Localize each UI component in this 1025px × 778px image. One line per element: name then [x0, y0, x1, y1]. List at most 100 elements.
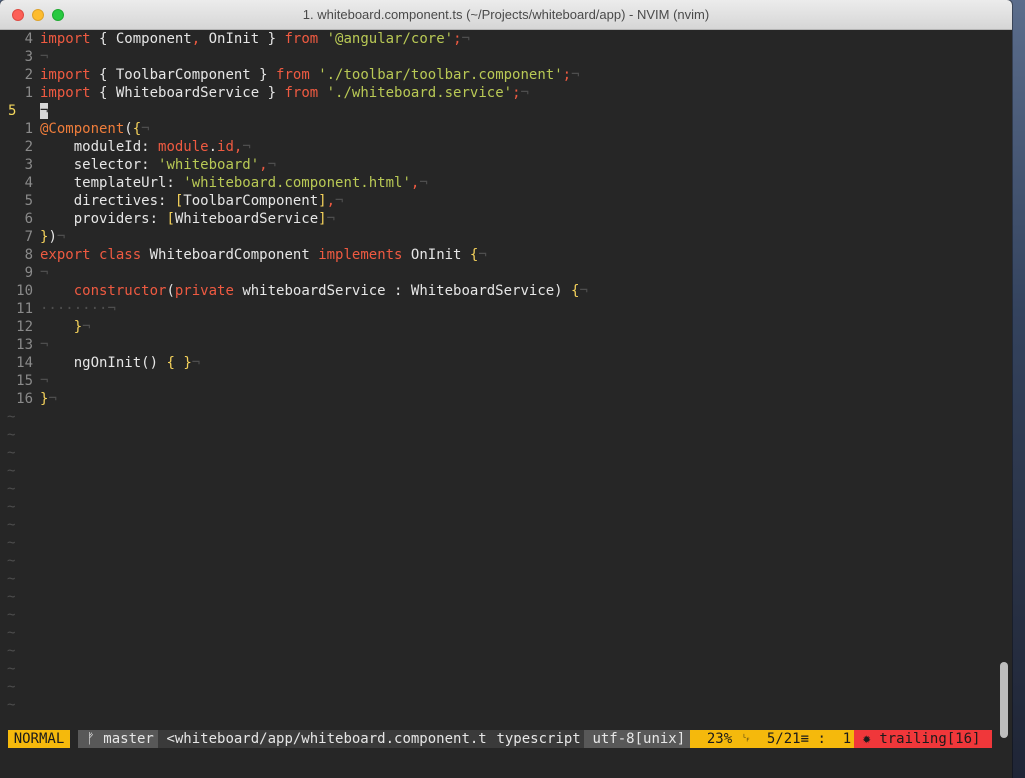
line-code: providers: [WhiteboardService]¬ — [40, 210, 335, 228]
line-code: selector: 'whiteboard',¬ — [40, 156, 276, 174]
code-token: module — [158, 139, 209, 155]
eol-marker: ¬ — [40, 49, 49, 65]
line-number: 5 — [24, 193, 33, 209]
code-line[interactable]: 2 moduleId: module.id,¬ — [0, 138, 996, 156]
code-token: ToolbarComponent — [183, 193, 319, 209]
line-code: ¬ — [40, 264, 48, 282]
line-code: })¬ — [40, 228, 65, 246]
code-line[interactable]: 15 ¬ — [0, 372, 996, 390]
code-token: ; — [562, 67, 572, 83]
eol-marker: ¬ — [579, 283, 588, 299]
lines-icon: ≡ — [800, 731, 810, 747]
code-line[interactable]: 9 ¬ — [0, 264, 996, 282]
code-token: import — [40, 67, 91, 83]
line-number: 3 — [24, 157, 33, 173]
code-token: @Component — [40, 121, 125, 137]
code-token: directives: — [40, 193, 175, 209]
code-token: '@angular/core' — [326, 31, 454, 47]
line-code: ¬ — [40, 48, 48, 66]
tilde-marker: ~ — [7, 427, 16, 443]
code-line[interactable]: 7})¬ — [0, 228, 996, 246]
code-line[interactable]: 4 templateUrl: 'whiteboard.component.htm… — [0, 174, 996, 192]
tilde-marker: ~ — [7, 607, 16, 623]
code-token: class — [99, 247, 142, 263]
code-token: { — [90, 31, 116, 47]
code-line[interactable]: 11 ········¬ — [0, 300, 996, 318]
code-line[interactable]: 10 constructor(private whiteboardService… — [0, 282, 996, 300]
empty-buffer-line: ~ — [0, 570, 996, 588]
line-code: constructor(private whiteboardService : … — [40, 282, 588, 300]
code-token: 'whiteboard' — [158, 157, 260, 173]
tilde-marker: ~ — [7, 679, 16, 695]
code-line[interactable]: 6 providers: [WhiteboardService]¬ — [0, 210, 996, 228]
code-line[interactable]: 12 }¬ — [0, 318, 996, 336]
code-line[interactable]: 2 import { ToolbarComponent } from './too… — [0, 66, 996, 84]
scrollbar[interactable] — [996, 30, 1012, 738]
title-bar[interactable]: 1. whiteboard.component.ts (~/Projects/w… — [0, 0, 1012, 30]
code-line[interactable]: 3 selector: 'whiteboard',¬ — [0, 156, 996, 174]
empty-buffer-line: ~ — [0, 624, 996, 642]
empty-buffer-line: ~ — [0, 480, 996, 498]
scrollbar-thumb[interactable] — [1000, 662, 1008, 738]
tilde-marker: ~ — [7, 499, 16, 515]
code-token: private — [174, 283, 234, 299]
code-token: constructor — [73, 283, 167, 299]
eol-marker: ¬ — [520, 85, 529, 101]
code-line[interactable]: 5 ¬ — [0, 102, 996, 120]
tilde-marker: ~ — [7, 463, 16, 479]
eol-marker: ¬ — [107, 301, 116, 317]
empty-buffer-line: ~ — [0, 444, 996, 462]
code-token: ] — [318, 193, 327, 209]
code-token: } — [73, 319, 83, 335]
code-line[interactable]: 13 ¬ — [0, 336, 996, 354]
code-token: Component — [115, 31, 192, 47]
empty-buffer-line: ~ — [0, 660, 996, 678]
line-number: 8 — [24, 247, 33, 263]
code-token: import — [40, 31, 91, 47]
empty-buffer-line: ~ — [0, 552, 996, 570]
code-line[interactable]: 5 directives: [ToolbarComponent],¬ — [0, 192, 996, 210]
code-line[interactable]: 4 import { Component, OnInit } from '@ang… — [0, 30, 996, 48]
code-line[interactable]: 16}¬ — [0, 390, 996, 408]
line-number: 9 — [24, 265, 33, 281]
code-line[interactable]: 1 @Component({¬ — [0, 120, 996, 138]
tilde-marker: ~ — [7, 571, 16, 587]
code-token: implements — [318, 247, 403, 263]
code-token: { — [90, 85, 116, 101]
line-number: 10 — [16, 283, 33, 299]
code-token: { — [166, 355, 175, 371]
warning-icon: ✹ — [862, 731, 871, 747]
code-line[interactable]: 3 ¬ — [0, 48, 996, 66]
line-number: 3 — [24, 49, 33, 65]
empty-buffer-line: ~ — [0, 462, 996, 480]
code-line[interactable]: 14 ngOnInit() { }¬ — [0, 354, 996, 372]
code-line[interactable]: 1 import { WhiteboardService } from './wh… — [0, 84, 996, 102]
eol-marker: ¬ — [461, 31, 470, 47]
code-token: ) — [48, 229, 57, 245]
code-token: , — [259, 157, 268, 173]
line-number: 2 — [24, 139, 33, 155]
file-path-text: <whiteboard/app/whiteboard.component.ts — [166, 731, 496, 747]
code-line[interactable]: 8 export class WhiteboardComponent implem… — [0, 246, 996, 264]
command-line[interactable] — [0, 748, 1012, 778]
code-token: from — [276, 67, 310, 83]
line-code: ngOnInit() { }¬ — [40, 354, 200, 372]
code-token: import — [40, 85, 91, 101]
editor-buffer[interactable]: 4 import { Component, OnInit } from '@ang… — [0, 30, 996, 730]
line-number: 1 — [24, 121, 33, 137]
line-code: import { WhiteboardService } from './whi… — [40, 84, 529, 102]
code-token: templateUrl: — [40, 175, 184, 191]
tilde-marker: ~ — [7, 697, 16, 713]
filetype-text: typescript — [496, 731, 581, 747]
eol-marker: ¬ — [571, 67, 580, 83]
eol-marker: ¬ — [267, 157, 277, 173]
eol-marker: ¬ — [141, 121, 150, 137]
tilde-marker: ~ — [7, 643, 16, 659]
line-number: 1 — [24, 85, 33, 101]
code-token: ] — [318, 211, 327, 227]
code-token: ········ — [40, 301, 108, 317]
tilde-marker: ~ — [7, 481, 16, 497]
git-branch: ᚠ master — [78, 730, 158, 748]
